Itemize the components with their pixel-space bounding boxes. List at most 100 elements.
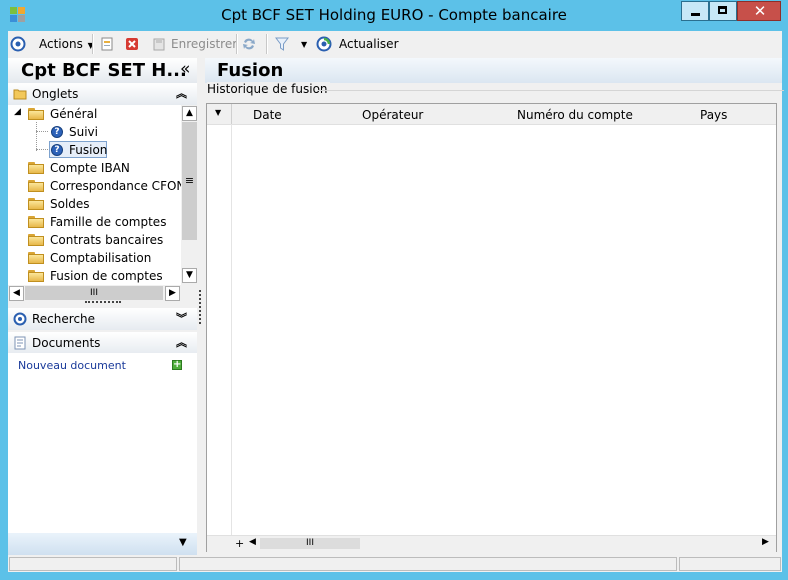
tree-vertical-scrollbar[interactable]: ▲ ≡ ▼: [181, 105, 198, 285]
actions-menu-button[interactable]: Actions ▼: [39, 37, 94, 51]
folder-icon: [28, 252, 44, 264]
column-header-pays[interactable]: Pays: [700, 108, 727, 122]
tree-item-label: Général: [50, 107, 98, 121]
close-button[interactable]: ✕: [737, 1, 781, 21]
tree-item-label: Compte IBAN: [50, 161, 130, 175]
folder-icon: [28, 162, 44, 174]
folder-icon: [28, 270, 44, 282]
tree-item-label: Famille de comptes: [50, 215, 167, 229]
sync-icon[interactable]: [241, 36, 257, 52]
status-panel: [179, 557, 677, 571]
title-bar: Cpt BCF SET Holding EURO - Compte bancai…: [0, 0, 788, 31]
chevron-up-icon[interactable]: ︽: [176, 334, 187, 350]
filter-icon[interactable]: [274, 36, 290, 52]
column-header-operateur[interactable]: Opérateur: [362, 108, 423, 122]
save-button[interactable]: Enregistrer: [171, 37, 237, 51]
tree-item-label: Fusion: [69, 143, 108, 157]
right-panel-title-bar: Fusion: [205, 58, 782, 83]
scroll-right-icon[interactable]: ▶: [762, 537, 769, 547]
chevron-down-icon[interactable]: ︾: [176, 310, 187, 326]
folder-icon: [13, 89, 27, 100]
maximize-button[interactable]: [709, 1, 737, 21]
search-header-label: Recherche: [32, 312, 96, 326]
fusion-history-grid[interactable]: ▼ Date Opérateur Numéro du compte Pays +…: [206, 103, 777, 552]
folder-icon: [28, 216, 44, 228]
scroll-left-icon[interactable]: ◀: [9, 286, 24, 301]
documents-panel: Nouveau document +: [8, 353, 197, 555]
search-section-header[interactable]: Recherche ︾: [8, 308, 197, 330]
tree-item-label: Comptabilisation: [50, 251, 152, 265]
chevron-up-icon[interactable]: ︽: [176, 85, 187, 101]
filter-dropdown-chevron-icon[interactable]: ▼: [301, 40, 307, 49]
documents-section-header[interactable]: Documents ︽: [8, 332, 197, 354]
save-icon[interactable]: [151, 36, 167, 52]
chevron-down-icon: ▼: [215, 108, 222, 117]
status-panel: [9, 557, 177, 571]
new-document-icon[interactable]: [99, 36, 115, 52]
left-panel-title-bar: Cpt BCF SET H... «: [8, 58, 197, 83]
status-panel: [679, 557, 781, 571]
grid-row-header: [207, 124, 232, 535]
scroll-up-icon[interactable]: ▲: [182, 106, 197, 121]
tree-connector: [36, 122, 38, 151]
collapse-arrow-icon[interactable]: ◢: [14, 107, 21, 117]
page-title: Fusion: [217, 60, 284, 81]
scroll-left-icon[interactable]: ◀: [249, 537, 256, 547]
folder-icon: [28, 234, 44, 246]
tree-item-label: Soldes: [50, 197, 90, 211]
new-document-link[interactable]: Nouveau document: [18, 359, 126, 372]
column-header-numero-compte[interactable]: Numéro du compte: [517, 108, 633, 122]
vertical-splitter-grip[interactable]: [199, 290, 203, 324]
folder-icon: [28, 108, 44, 120]
tree-connector: [36, 131, 48, 133]
toolbar-separator: [236, 34, 238, 54]
grid-horizontal-scrollbar[interactable]: + ◀ III ▶: [207, 535, 776, 552]
add-icon[interactable]: +: [172, 360, 182, 370]
minimize-button[interactable]: [681, 1, 709, 21]
collapse-panel-icon[interactable]: «: [180, 59, 190, 79]
close-icon: ✕: [753, 2, 767, 20]
folder-icon: [28, 180, 44, 192]
tabs-tree: ◢ Général ? Suivi ? Fusion Compte IBAN C…: [8, 105, 197, 285]
tree-item-label: Contrats bancaires: [50, 233, 164, 247]
left-panel-footer: ▼: [8, 533, 197, 555]
scroll-thumb[interactable]: III: [260, 538, 360, 549]
tree-item-fusion[interactable]: ? Fusion: [49, 141, 107, 158]
refresh-icon[interactable]: [316, 36, 332, 52]
chevron-down-icon[interactable]: ▼: [179, 537, 187, 548]
group-box-label: Historique de fusion: [207, 82, 330, 96]
tree-connector: [36, 149, 48, 151]
tree-item-label: Correspondance CFONB: [50, 179, 194, 193]
column-header-date[interactable]: Date: [253, 108, 282, 122]
group-box-line: [318, 90, 784, 91]
document-icon: [14, 336, 26, 350]
splitter-grip[interactable]: [85, 301, 121, 305]
help-icon: ?: [51, 144, 63, 156]
tree-item-label: Suivi: [69, 125, 98, 139]
tree-horizontal-scrollbar[interactable]: ◀ III ▶: [8, 285, 181, 301]
record-title: Cpt BCF SET H...: [21, 60, 187, 81]
grid-column-chooser[interactable]: ▼: [207, 104, 232, 124]
tabs-header-label: Onglets: [32, 87, 79, 101]
status-bar: [8, 555, 782, 572]
documents-header-label: Documents: [32, 336, 101, 350]
folder-icon: [28, 198, 44, 210]
navigation-circle-icon[interactable]: [10, 36, 26, 52]
scroll-down-icon[interactable]: ▼: [182, 268, 197, 283]
scroll-thumb[interactable]: ≡: [182, 122, 197, 240]
navigation-circle-icon: [13, 312, 27, 326]
window-title: Cpt BCF SET Holding EURO - Compte bancai…: [221, 6, 567, 24]
toolbar: Actions ▼ Enregistrer ▼ Actualiser: [8, 31, 782, 58]
window-client: Actions ▼ Enregistrer ▼ Actualiser Cpt B…: [8, 31, 784, 572]
add-row-icon[interactable]: +: [235, 537, 244, 550]
scroll-right-icon[interactable]: ▶: [165, 286, 180, 301]
tree-item-label: Fusion de comptes: [50, 269, 163, 283]
grid-header: ▼ Date Opérateur Numéro du compte Pays: [207, 104, 776, 125]
help-icon: ?: [51, 126, 63, 138]
actions-label: Actions: [39, 37, 83, 51]
refresh-button[interactable]: Actualiser: [339, 37, 399, 51]
delete-icon[interactable]: [124, 36, 140, 52]
scroll-thumb[interactable]: III: [25, 286, 163, 300]
toolbar-separator: [266, 34, 268, 54]
tabs-section-header[interactable]: Onglets ︽: [8, 83, 197, 105]
